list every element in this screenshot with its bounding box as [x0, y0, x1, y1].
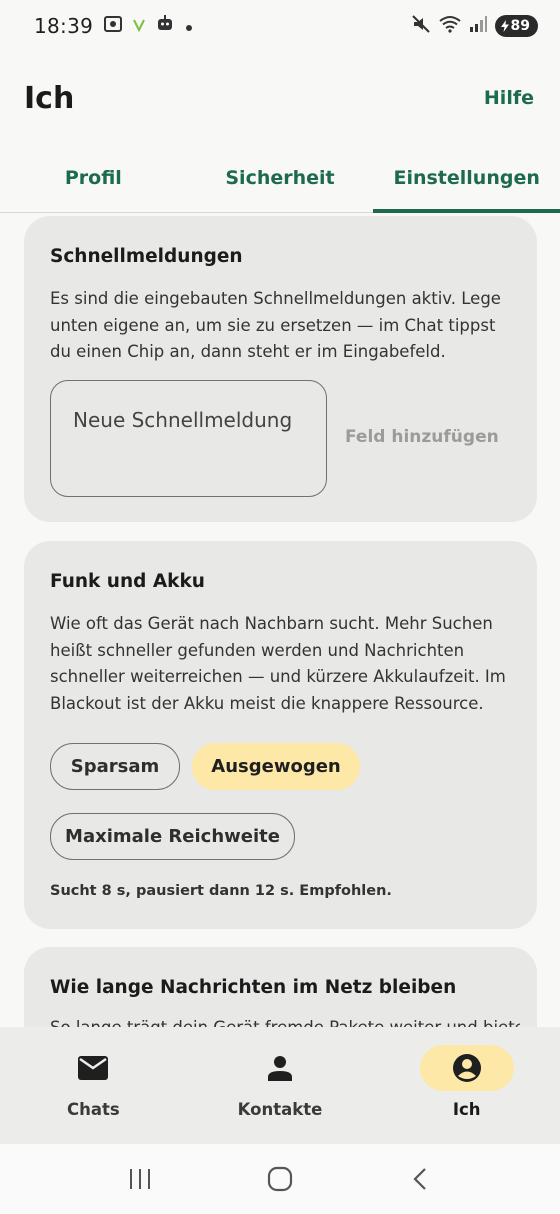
nav-icon-container: [233, 1045, 327, 1091]
tab-sicherheit[interactable]: Sicherheit: [187, 144, 374, 212]
nav-label-ich: Ich: [452, 1100, 481, 1119]
settings-content[interactable]: Schnellmeldungen Es sind die eingebauten…: [0, 214, 560, 1027]
battery-level: 89: [510, 18, 530, 34]
dot-icon: [185, 17, 193, 36]
bot-icon: [155, 14, 175, 38]
person-icon: [268, 1056, 292, 1081]
add-field-button[interactable]: Feld hinzufügen: [345, 427, 499, 447]
v-icon: [133, 17, 146, 36]
nav-item-kontakte[interactable]: Kontakte: [187, 1027, 374, 1144]
mode-note: Sucht 8 s, pausiert dann 12 s. Empfohlen…: [50, 883, 392, 899]
retention-card: Wie lange Nachrichten im Netz bleiben So…: [24, 947, 537, 1027]
bottom-navigation: Chats Kontakte Ich: [0, 1027, 560, 1144]
radio-battery-description: Wie oft das Gerät nach Nachbarn sucht. M…: [50, 614, 506, 713]
nav-label-kontakte: Kontakte: [237, 1100, 323, 1119]
mode-chip-ausgewogen[interactable]: Ausgewogen: [192, 743, 360, 790]
tab-einstellungen[interactable]: Einstellungen: [373, 144, 560, 213]
recents-button[interactable]: [120, 1159, 160, 1199]
status-bar: 18:39 89: [0, 0, 560, 52]
quick-messages-title: Schnellmeldungen: [50, 246, 243, 267]
page-title: Ich: [24, 80, 75, 116]
wifi-icon: [438, 15, 461, 37]
app-header: Ich Hilfe: [0, 52, 560, 144]
status-time: 18:39: [34, 14, 94, 38]
back-icon: [413, 1168, 426, 1190]
tab-bar: Profil Sicherheit Einstellungen: [0, 144, 560, 213]
account-circle-icon: [452, 1054, 481, 1082]
radio-battery-card: Funk und Akku Wie oft das Gerät nach Nac…: [24, 541, 537, 929]
home-button[interactable]: [260, 1159, 300, 1199]
screenshot-icon: [103, 15, 123, 37]
nav-icon-container: [46, 1045, 140, 1091]
nav-icon-container: [419, 1045, 514, 1091]
recents-icon: [130, 1169, 150, 1189]
mail-icon: [78, 1056, 109, 1080]
charging-icon: [500, 20, 509, 32]
help-link[interactable]: Hilfe: [484, 87, 534, 109]
battery-indicator: 89: [494, 15, 538, 37]
quick-messages-card: Schnellmeldungen Es sind die eingebauten…: [24, 216, 537, 522]
mode-chip-maximale-reichweite[interactable]: Maximale Reichweite: [50, 813, 295, 860]
nav-item-ich[interactable]: Ich: [373, 1027, 560, 1144]
nav-item-chats[interactable]: Chats: [0, 1027, 187, 1144]
mute-icon: [411, 14, 431, 38]
nav-label-chats: Chats: [66, 1100, 120, 1119]
back-button[interactable]: [400, 1159, 440, 1199]
mode-chip-sparsam[interactable]: Sparsam: [50, 743, 180, 790]
system-navigation-bar: [0, 1144, 560, 1214]
retention-title: Wie lange Nachrichten im Netz bleiben: [50, 977, 457, 998]
new-quick-message-input[interactable]: Neue Schnellmeldung: [50, 380, 327, 497]
retention-description: So lange trägt dein Gerät fremde Pakete …: [50, 1015, 520, 1027]
quick-messages-description: Es sind die eingebauten Schnellmeldungen…: [50, 289, 501, 361]
tab-profil[interactable]: Profil: [0, 144, 187, 212]
home-icon: [267, 1166, 293, 1192]
signal-icon: [469, 15, 487, 37]
radio-battery-title: Funk und Akku: [50, 571, 205, 592]
